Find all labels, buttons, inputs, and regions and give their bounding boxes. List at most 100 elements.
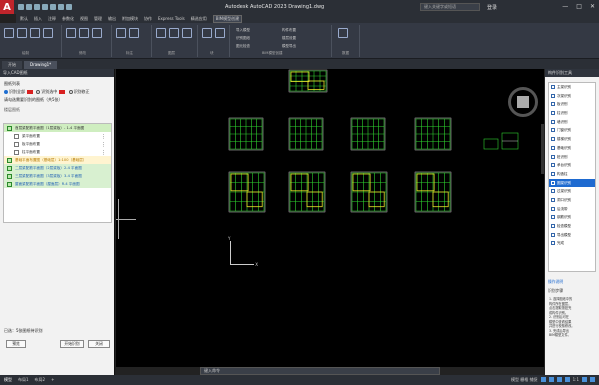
drawing-canvas[interactable]: X Y	[116, 69, 544, 367]
tool-list-item[interactable]: 洞口识别	[549, 196, 595, 205]
tool-list-item[interactable]: 桩识别	[549, 153, 595, 162]
close-button[interactable]: ✕	[590, 3, 595, 10]
start-identify-button[interactable]: 开始识别	[60, 340, 84, 348]
layer-state-icon[interactable]	[169, 28, 179, 38]
checkbox[interactable]	[7, 126, 12, 131]
radio-identify-selected[interactable]	[36, 90, 41, 94]
ortho-icon[interactable]	[556, 377, 562, 382]
tab-parametric[interactable]: 参数化	[62, 16, 74, 22]
tool-list-item[interactable]: 板识别	[549, 100, 595, 109]
checkbox[interactable]	[14, 142, 19, 147]
open-icon[interactable]	[26, 4, 32, 10]
tool-list-item[interactable]: 墙识别	[549, 118, 595, 127]
tab-bim-model[interactable]: BIM模型创建	[212, 14, 243, 23]
insert-block-icon[interactable]	[202, 28, 212, 38]
save-as-icon[interactable]	[42, 4, 48, 10]
annotation-scale[interactable]: 1:1	[573, 375, 579, 385]
drawing-tree-item[interactable]: 基础平面布置图（基础层）1:100（基础层）	[4, 156, 111, 164]
tab-drawing1[interactable]: Drawing1*	[24, 61, 58, 69]
floor-plan-drawing[interactable]	[414, 171, 452, 213]
tab-output[interactable]: 输出	[108, 16, 116, 22]
floor-plan-drawing[interactable]	[414, 117, 452, 151]
tab-layout1[interactable]: 布局1	[18, 375, 29, 385]
floor-plan-drawing[interactable]	[350, 171, 388, 213]
tab-featured-apps[interactable]: 精选应用	[191, 16, 207, 22]
layer-freeze-icon[interactable]	[182, 28, 192, 38]
floor-plan-drawing[interactable]	[288, 69, 328, 93]
add-layout-button[interactable]: +	[51, 375, 54, 385]
search-input[interactable]: 键入关键字或短语	[420, 3, 480, 11]
tab-collaborate[interactable]: 协作	[144, 16, 152, 22]
export-model-button[interactable]: 模型导出	[282, 44, 296, 49]
tool-list-item[interactable]: 门窗识别	[549, 126, 595, 135]
layer-properties-icon[interactable]	[156, 28, 166, 38]
drawing-tree-item[interactable]: 板平面布置 ⋮	[4, 140, 111, 148]
tool-list-item[interactable]: 钢筋识别	[549, 213, 595, 222]
close-panel-button[interactable]: 关闭	[88, 340, 110, 348]
tool-list-item[interactable]: 柱识别	[549, 109, 595, 118]
navigation-bar[interactable]	[541, 124, 544, 174]
viewcube-face[interactable]	[517, 96, 529, 108]
floor-plan-drawing[interactable]	[288, 171, 326, 213]
rotate-icon[interactable]	[92, 28, 102, 38]
sign-in-button[interactable]: 登录	[487, 4, 497, 11]
maximize-button[interactable]: □	[576, 3, 582, 10]
tab-addins[interactable]: 附加模块	[122, 16, 138, 22]
tool-list-item[interactable]: 完成	[549, 239, 595, 248]
autocad-logo-icon[interactable]: A	[0, 0, 14, 14]
snap-icon[interactable]	[548, 377, 554, 382]
floor-plan-drawing[interactable]	[288, 117, 324, 151]
radio-identify-fix[interactable]	[68, 90, 73, 94]
print-icon[interactable]	[50, 4, 56, 10]
radio-identify-all[interactable]	[4, 90, 8, 94]
tab-manage[interactable]: 管理	[94, 16, 102, 22]
tool-list-item[interactable]: 后浇带	[549, 205, 595, 214]
copy-icon[interactable]	[79, 28, 89, 38]
floor-plan-drawing[interactable]	[228, 171, 266, 213]
drawing-tree-item[interactable]: 二层梁配筋平面图（2层梁板）2-4 平面图	[4, 164, 111, 172]
preview-button[interactable]: 预览	[6, 340, 26, 348]
arc-icon[interactable]	[43, 28, 53, 38]
tool-list-item[interactable]: 构造柱	[549, 170, 595, 179]
status-toggles[interactable]: 模型 栅格 捕捉	[511, 375, 538, 385]
command-line-input[interactable]: 键入命令	[200, 367, 440, 375]
checkbox[interactable]	[7, 166, 12, 171]
checkbox[interactable]	[7, 158, 12, 163]
checkbox[interactable]	[7, 174, 12, 179]
workspace-gear-icon[interactable]	[582, 377, 587, 382]
polyline-icon[interactable]	[17, 28, 27, 38]
floor-plan-drawing[interactable]	[228, 117, 264, 151]
tab-layout2[interactable]: 布局2	[35, 375, 46, 385]
tool-list-item[interactable]: 楼梯识别	[549, 135, 595, 144]
tab-annotate[interactable]: 注释	[48, 16, 56, 22]
drawing-tree-item[interactable]: 首层梁配筋平面图（1层梁板）- 1-4 平面图	[4, 124, 111, 132]
tab-model[interactable]: 模型	[4, 375, 12, 385]
line-icon[interactable]	[4, 28, 14, 38]
checkbox[interactable]	[14, 150, 19, 155]
tab-home[interactable]: 默认	[20, 16, 28, 22]
move-icon[interactable]	[66, 28, 76, 38]
new-icon[interactable]	[18, 4, 24, 10]
check-elements-button[interactable]: 图元检查	[236, 44, 250, 49]
tab-express-tools[interactable]: Express Tools	[158, 16, 185, 21]
more-options-icon[interactable]: ⋮	[101, 141, 106, 148]
save-icon[interactable]	[34, 4, 40, 10]
tool-list-item[interactable]: 导出模型	[549, 231, 595, 240]
more-options-icon[interactable]: ⋮	[101, 133, 106, 140]
dimension-icon[interactable]	[129, 28, 139, 38]
tool-list-item[interactable]: 基础识别	[549, 144, 595, 153]
tool-list-item[interactable]: 圈梁识别	[549, 178, 595, 188]
redo-icon[interactable]	[66, 4, 72, 10]
drawing-tree-item[interactable]: 屋面梁配筋平面图（屋面层）R-4 平面图	[4, 180, 111, 188]
data-export-icon[interactable]	[338, 28, 348, 38]
drawing-tree-item[interactable]: 柱平面布置 ⋮	[4, 148, 111, 156]
minimize-button[interactable]: —	[562, 3, 568, 10]
text-icon[interactable]	[116, 28, 126, 38]
viewcube-icon[interactable]	[508, 87, 538, 117]
tool-list-item[interactable]: 过梁识别	[549, 187, 595, 196]
tab-start[interactable]: 开始	[2, 61, 22, 69]
polar-icon[interactable]	[564, 377, 570, 382]
undo-icon[interactable]	[58, 4, 64, 10]
checkbox[interactable]	[14, 134, 19, 139]
create-block-icon[interactable]	[215, 28, 225, 38]
